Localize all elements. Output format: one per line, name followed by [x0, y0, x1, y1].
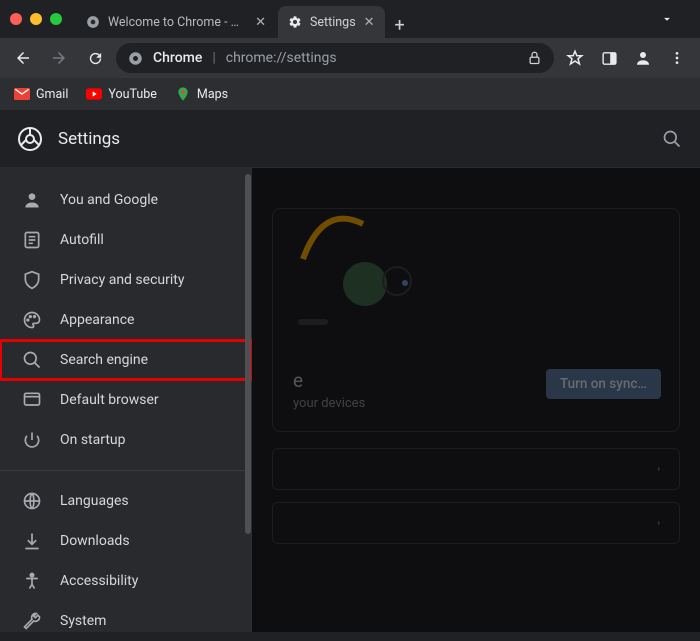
download-icon [22, 531, 42, 551]
chevron-right-icon [655, 517, 663, 529]
accessibility-icon [22, 571, 42, 591]
bookmark-star-icon[interactable] [560, 43, 590, 73]
palette-icon [22, 310, 42, 330]
sidebar-item-label: Default browser [60, 392, 159, 408]
globe-icon [22, 491, 42, 511]
bookmarks-bar: Gmail YouTube Maps [0, 78, 700, 110]
side-panel-icon[interactable] [594, 43, 624, 73]
sidebar-item-label: You and Google [60, 192, 158, 208]
minimize-window-button[interactable] [30, 13, 42, 25]
address-bar[interactable]: Chrome | chrome://settings [116, 43, 554, 73]
sync-promo-card: e your devices Turn on sync… [272, 208, 680, 432]
omnibox-separator: | [212, 50, 215, 66]
browser-icon [22, 390, 42, 410]
tab-strip: Welcome to Chrome - Add boo ✕ Settings ✕… [76, 0, 660, 38]
chrome-logo-icon [18, 127, 42, 151]
sidebar-item-search-engine[interactable]: Search engine [0, 340, 251, 380]
power-icon [22, 430, 42, 450]
bookmark-label: Maps [197, 87, 228, 102]
sidebar-item-label: Autofill [60, 232, 104, 248]
sidebar-item-label: On startup [60, 432, 126, 448]
search-settings-button[interactable] [662, 129, 682, 149]
wrench-icon [22, 611, 42, 631]
sidebar-item-accessibility[interactable]: Accessibility [0, 561, 251, 601]
sidebar-item-autofill[interactable]: Autofill [0, 220, 251, 260]
sidebar-divider [0, 470, 251, 471]
settings-row[interactable] [272, 502, 680, 544]
chrome-favicon-icon [86, 15, 100, 29]
sidebar-item-languages[interactable]: Languages [0, 481, 251, 521]
search-icon [22, 350, 42, 370]
settings-main-content: e your devices Turn on sync… [252, 168, 700, 632]
window-menu-chevron-icon[interactable] [660, 12, 690, 26]
omnibox-url: chrome://settings [226, 50, 337, 66]
browser-toolbar: Chrome | chrome://settings [0, 38, 700, 78]
sidebar-item-label: Downloads [60, 533, 130, 549]
bookmark-label: Gmail [36, 87, 68, 102]
tab-settings[interactable]: Settings ✕ [278, 6, 385, 38]
sidebar-item-default-browser[interactable]: Default browser [0, 380, 251, 420]
maximize-window-button[interactable] [50, 13, 62, 25]
sync-promo-illustration [293, 199, 473, 339]
chevron-right-icon [655, 463, 663, 475]
settings-header: Settings [0, 110, 700, 168]
turn-on-sync-button[interactable]: Turn on sync… [546, 369, 661, 399]
mac-traffic-lights [10, 13, 62, 25]
window-titlebar: Welcome to Chrome - Add boo ✕ Settings ✕… [0, 0, 700, 38]
tab-welcome[interactable]: Welcome to Chrome - Add boo ✕ [76, 6, 276, 38]
sidebar-scrollbar[interactable] [245, 174, 251, 534]
reload-button[interactable] [80, 43, 110, 73]
forward-button[interactable] [44, 43, 74, 73]
sidebar-item-appearance[interactable]: Appearance [0, 300, 251, 340]
shield-icon [22, 270, 42, 290]
tab-label: Settings [310, 15, 356, 30]
close-tab-icon[interactable]: ✕ [364, 15, 375, 30]
maps-icon [175, 86, 191, 102]
sidebar-item-on-startup[interactable]: On startup [0, 420, 251, 460]
sidebar-item-system[interactable]: System [0, 601, 251, 641]
chrome-icon [128, 51, 143, 66]
sidebar-item-label: Search engine [60, 352, 148, 368]
close-window-button[interactable] [10, 13, 22, 25]
share-icon[interactable] [527, 51, 542, 66]
page-title: Settings [58, 129, 120, 149]
bookmark-youtube[interactable]: YouTube [86, 86, 157, 102]
back-button[interactable] [8, 43, 38, 73]
gmail-icon [14, 86, 30, 102]
bookmark-gmail[interactable]: Gmail [14, 86, 68, 102]
sidebar-item-you-and-google[interactable]: You and Google [0, 180, 251, 220]
bookmark-label: YouTube [108, 87, 157, 102]
profile-avatar-icon[interactable] [628, 43, 658, 73]
settings-sidebar: You and Google Autofill Privacy and secu… [0, 168, 252, 632]
sidebar-item-label: Appearance [60, 312, 134, 328]
autofill-icon [22, 230, 42, 250]
sidebar-item-label: Languages [60, 493, 129, 509]
new-tab-button[interactable]: + [387, 12, 413, 38]
bookmark-maps[interactable]: Maps [175, 86, 228, 102]
sidebar-item-label: Accessibility [60, 573, 138, 589]
omnibox-app-label: Chrome [153, 50, 202, 66]
sidebar-item-label: System [60, 613, 106, 629]
youtube-icon [86, 86, 102, 102]
person-icon [22, 190, 42, 210]
kebab-menu-icon[interactable] [662, 43, 692, 73]
close-tab-icon[interactable]: ✕ [255, 15, 266, 30]
settings-row[interactable] [272, 448, 680, 490]
sidebar-item-label: Privacy and security [60, 272, 184, 288]
tab-label: Welcome to Chrome - Add boo [108, 15, 247, 30]
sidebar-item-privacy[interactable]: Privacy and security [0, 260, 251, 300]
gear-icon [288, 15, 302, 29]
sidebar-item-downloads[interactable]: Downloads [0, 521, 251, 561]
